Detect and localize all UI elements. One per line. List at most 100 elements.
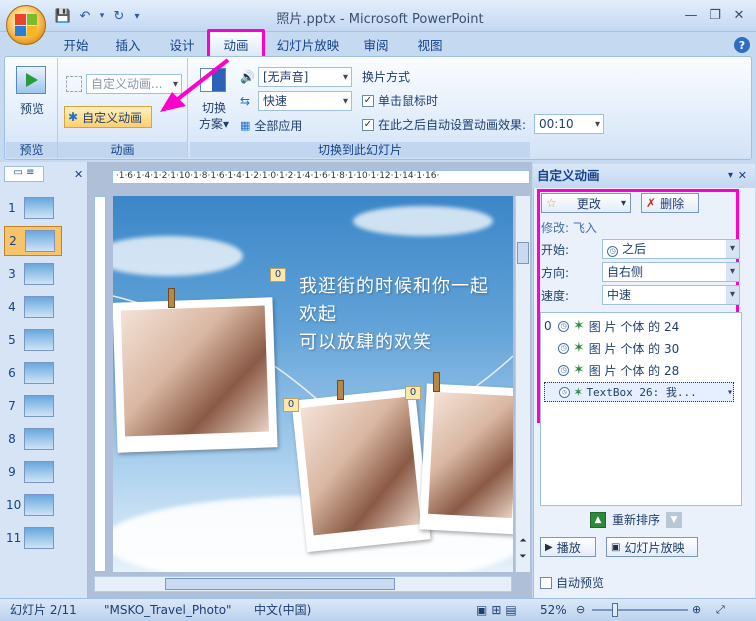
reorder-row: ▲ 重新排序 ▼ [590,511,683,528]
minimize-icon[interactable]: — [680,6,702,24]
play-button[interactable]: ▶ 播放 [540,537,596,557]
animation-order-tag[interactable]: 0 [270,268,286,282]
slideshow-button[interactable]: ▣ 幻灯片放映 [606,537,698,557]
animation-order-tag[interactable]: 0 [405,386,421,400]
thumbnail-slide[interactable]: 2 [4,226,62,256]
thumbnail-slide[interactable]: 8 [6,424,54,454]
next-slide-icon[interactable]: ⏷ [517,552,529,562]
speed-combo-pane[interactable]: 中速 [602,285,740,305]
thumbnail-tab-slides[interactable]: ▭ ≡ [4,166,44,182]
transition-group-label: 切换到此幻灯片 [190,142,530,158]
direction-combo[interactable]: 自右侧 [602,262,740,282]
fit-to-window-icon[interactable]: ⤢ [716,602,725,618]
zoom-in-icon[interactable]: ⊕ [692,602,701,618]
slideshow-view-icon[interactable]: ▤ [505,602,516,618]
save-icon[interactable]: 💾 [54,7,72,25]
anim-item-2[interactable]: ◷ ✶ 图 片 个体 的 30 [544,338,679,358]
autopreview-checkbox[interactable]: 自动预览 [540,574,604,591]
thumbnail-slide[interactable]: 1 [6,193,54,223]
photo-frame-2[interactable] [291,387,431,553]
vertical-scrollbar[interactable]: ⏶ ⏷ [515,196,530,572]
photo-frame-3[interactable] [419,383,513,535]
photo-frame-1[interactable] [113,297,278,453]
close-pane-icon[interactable]: ✕ [74,168,83,181]
slideshow-icon: ▣ [611,541,621,553]
animation-order-tag[interactable]: 0 [283,398,299,412]
customize-qat-icon[interactable]: ▾ [132,7,142,25]
thumbnail-slide[interactable]: 10 [6,490,54,520]
sound-combo[interactable]: [无声音] [258,67,352,87]
preview-button[interactable]: 预览 [6,100,58,117]
preview-icon [16,66,46,94]
horizontal-ruler: ·1·6·1·4·1·2·1·10·1·8·1·6·1·4·1·2·1·0·1·… [112,170,530,184]
tab-view[interactable]: 视图 [410,32,450,56]
sorter-view-icon[interactable]: ⊞ [491,602,501,618]
delete-button[interactable]: ✗ 删除 [641,193,699,213]
thumbnail-slide[interactable]: 4 [6,292,54,322]
anim-item-4[interactable]: ◷ ✶ TextBox 26: 我... ▾ [544,382,734,402]
move-down-icon[interactable]: ▼ [666,511,683,528]
thumbnail-slide[interactable]: 7 [6,391,54,421]
auto-after-check[interactable]: ✓ [362,118,374,131]
help-icon[interactable]: ? [734,37,750,53]
chevron-down-icon[interactable]: ▾ [727,387,733,398]
move-up-icon[interactable]: ▲ [590,511,606,528]
close-icon[interactable]: ✕ [728,6,750,24]
autopreview-check[interactable] [540,576,552,589]
thumbnail-image [24,362,54,384]
prev-slide-icon[interactable]: ⏶ [517,536,529,546]
office-button[interactable] [6,5,46,45]
delete-label: 删除 [660,196,685,211]
tab-home[interactable]: 开始 [56,32,96,56]
tab-slideshow[interactable]: 幻灯片放映 [270,32,346,56]
thumbnail-slide[interactable]: 6 [6,358,54,388]
pane-menu-icon[interactable]: ▾ [728,164,733,188]
thumbnail-number: 10 [6,498,22,512]
zoom-out-icon[interactable]: ⊖ [576,602,585,618]
delete-icon: ✗ [646,196,657,210]
slide-text-line-3[interactable]: 可以放肆的欢笑 [299,328,432,354]
thumbnail-image [24,527,54,549]
on-click-check[interactable]: ✓ [362,94,374,107]
zoom-slider-track[interactable] [592,609,688,611]
slide-text-line-2[interactable]: 欢起 [299,300,337,326]
thumbnail-number: 7 [8,399,16,413]
tab-review[interactable]: 审阅 [356,32,396,56]
auto-after-checkbox[interactable]: ✓ 在此之后自动设置动画效果: [362,116,526,133]
vertical-scroll-thumb[interactable] [517,242,529,264]
redo-icon[interactable]: ↻ [110,7,128,25]
annotation-arrow-icon [160,58,230,112]
thumbnail-number: 3 [8,267,16,281]
pane-close-icon[interactable]: ✕ [738,164,747,188]
play-icon: ▶ [545,541,553,553]
apply-all-button[interactable]: ▦ 全部应用 [240,116,302,134]
auto-time-spinner[interactable]: 00:10 [534,114,604,134]
zoom-slider-thumb[interactable] [612,603,618,617]
thumbnail-slide[interactable]: 3 [6,259,54,289]
undo-icon[interactable]: ↶ [76,7,94,25]
advance-title: 换片方式 [362,70,411,84]
horizontal-scroll-thumb[interactable] [165,578,395,590]
custom-animation-button[interactable]: ✱ 自定义动画 [64,106,152,128]
thumbnail-slide[interactable]: 9 [6,457,54,487]
horizontal-scrollbar[interactable] [94,576,512,592]
anim-item-3[interactable]: ◷ ✶ 图 片 个体 的 28 [544,360,679,380]
slide-canvas[interactable]: 0 0 0 我逛街的时候和你一起 欢起 可以放肆的欢笑 [113,196,513,572]
tab-design[interactable]: 设计 [162,32,202,56]
thumbnail-slide[interactable]: 11 [6,523,54,553]
slide-text-line-1[interactable]: 我逛街的时候和你一起 [299,272,489,298]
speed-combo[interactable]: 快速 [258,91,352,111]
normal-view-icon[interactable]: ▣ [476,602,487,618]
tab-animation[interactable]: 动画 [214,32,258,56]
anim-item-1[interactable]: 0 ◷ ✶ 图 片 个体 的 24 [544,316,679,336]
maximize-icon[interactable]: ❐ [704,6,726,24]
zoom-level[interactable]: 52% [540,602,567,618]
undo-dropdown-icon[interactable]: ▾ [98,7,106,25]
sound-icon: 🔊 [240,70,255,84]
start-combo[interactable]: ◷ 之后 [602,239,740,259]
change-button[interactable]: ☆ 更改 ▾ [541,193,631,213]
thumbnail-slide[interactable]: 5 [6,325,54,355]
thumbnail-image [24,494,54,516]
on-click-checkbox[interactable]: ✓ 单击鼠标时 [362,92,438,109]
tab-insert[interactable]: 插入 [108,32,148,56]
